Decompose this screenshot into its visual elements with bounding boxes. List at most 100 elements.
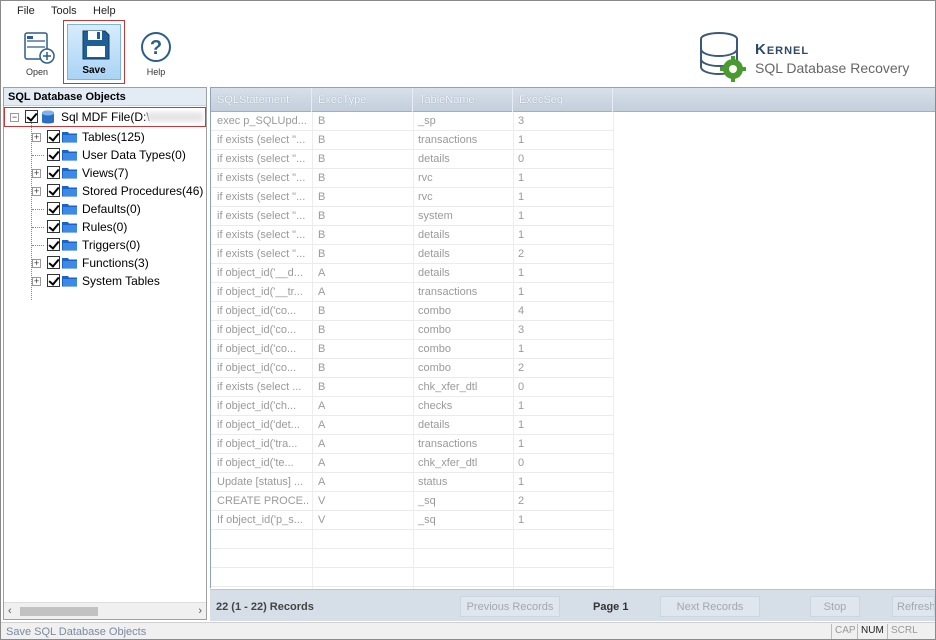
table-cell: status xyxy=(418,476,448,488)
table-row[interactable]: if object_id('co... Bcombo 1 xyxy=(211,340,613,359)
tree-item-checkbox[interactable] xyxy=(47,184,60,197)
table-cell: A xyxy=(318,457,326,469)
svg-text:?: ? xyxy=(150,37,162,59)
table-cell: 2 xyxy=(518,248,525,260)
table-cell: details xyxy=(418,153,450,165)
table-cell: B xyxy=(318,134,326,146)
tree-item[interactable]: + Stored Procedures(46) xyxy=(4,182,206,200)
table-row[interactable]: if object_id('te... Achk_xfer_dtl 0 xyxy=(211,454,613,473)
table-row[interactable] xyxy=(211,530,613,549)
tree-item[interactable]: Triggers(0) xyxy=(4,236,206,254)
tree-item[interactable]: Rules(0) xyxy=(4,218,206,236)
table-row[interactable]: if object_id('co... Bcombo 3 xyxy=(211,321,613,340)
table-cell: if exists (select "... xyxy=(217,210,306,222)
table-cell: V xyxy=(318,495,326,507)
table-row[interactable]: if exists (select "... Bsystem 1 xyxy=(211,207,613,226)
collapse-icon[interactable]: − xyxy=(10,113,19,122)
stop-button[interactable]: Stop xyxy=(810,596,860,617)
table-row[interactable]: if object_id('ch... Achecks 1 xyxy=(211,397,613,416)
tree-horizontal-scrollbar[interactable]: ‹ › xyxy=(4,602,206,619)
refresh-button[interactable]: Refresh xyxy=(892,596,935,617)
table-cell: B xyxy=(318,229,326,241)
table-row[interactable]: if exists (select "... Btransactions 1 xyxy=(211,131,613,150)
tree-item-checkbox[interactable] xyxy=(47,238,60,251)
folder-icon xyxy=(62,204,77,215)
table-row[interactable]: CREATE PROCE... V _sq 2 xyxy=(211,492,613,511)
table-row[interactable]: if object_id('__tr... Atransactions 1 xyxy=(211,283,613,302)
page-indicator: Page 1 xyxy=(593,601,629,613)
table-cell: checks xyxy=(418,400,453,412)
table-row[interactable]: if exists (select "... Bdetails 2 xyxy=(211,245,613,264)
expand-icon[interactable]: + xyxy=(32,187,41,196)
tree-item-checkbox[interactable] xyxy=(47,148,60,161)
table-row[interactable] xyxy=(211,568,613,587)
table-row[interactable]: if object_id('co... Bcombo 2 xyxy=(211,359,613,378)
tree-item-label: Stored Procedures(46) xyxy=(82,184,204,198)
table-row[interactable]: Update [status] ... Astatus 1 xyxy=(211,473,613,492)
save-button[interactable]: Save xyxy=(63,20,125,84)
expand-icon[interactable]: + xyxy=(32,133,41,142)
table-cell: details xyxy=(418,267,450,279)
table-row[interactable]: if exists (select "... Bdetails 0 xyxy=(211,150,613,169)
table-row[interactable]: if object_id('__d... Adetails 1 xyxy=(211,264,613,283)
table-cell: 2 xyxy=(518,362,525,374)
help-label: Help xyxy=(146,67,166,77)
tree-item-checkbox[interactable] xyxy=(47,202,60,215)
table-cell: transactions xyxy=(418,134,478,146)
table-cell: if object_id('co... xyxy=(217,343,297,355)
scroll-right-icon[interactable]: › xyxy=(198,605,202,617)
tree-item[interactable]: + System Tables xyxy=(4,272,206,290)
status-message: Save SQL Database Objects xyxy=(6,626,147,638)
table-row[interactable]: exec p_SQLUpd... B _sp 3 xyxy=(211,112,613,131)
tree-item-checkbox[interactable] xyxy=(47,130,60,143)
expand-icon[interactable]: + xyxy=(32,259,41,268)
tree-item[interactable]: + Tables(125) xyxy=(4,128,206,146)
table-row[interactable]: if exists (select "... Brvc 1 xyxy=(211,169,613,188)
menu-tools[interactable]: Tools xyxy=(51,5,77,17)
table-cell: chk_xfer_dtl xyxy=(418,457,478,469)
expand-icon[interactable]: + xyxy=(32,169,41,178)
scrollbar-thumb[interactable] xyxy=(20,607,98,616)
table-row[interactable]: if exists (select "... Bdetails 1 xyxy=(211,226,613,245)
tree-connector xyxy=(32,209,44,210)
open-button[interactable]: Open xyxy=(13,23,61,83)
table-cell: 0 xyxy=(518,381,525,393)
tree-item-checkbox[interactable] xyxy=(47,166,60,179)
toolbar: Open Save ? Help Kernel SQL Database Rec… xyxy=(1,20,935,85)
objects-tree-pane: SQL Database Objects − Sql MDF File(D:\ … xyxy=(3,87,207,620)
menu-help[interactable]: Help xyxy=(93,5,116,17)
tree-item-checkbox[interactable] xyxy=(47,256,60,269)
tree-item[interactable]: + Views(7) xyxy=(4,164,206,182)
menu-bar: File Tools Help xyxy=(1,1,935,23)
table-row[interactable]: If object_id('p_s... V _sq 1 xyxy=(211,511,613,530)
next-records-button[interactable]: Next Records xyxy=(660,596,760,617)
tree-item[interactable]: User Data Types(0) xyxy=(4,146,206,164)
root-checkbox[interactable] xyxy=(25,110,38,123)
column-header-exectype[interactable]: ExecType xyxy=(312,88,413,112)
expand-icon[interactable]: + xyxy=(32,277,41,286)
menu-file[interactable]: File xyxy=(17,5,35,17)
previous-records-button[interactable]: Previous Records xyxy=(460,596,560,617)
table-cell: if object_id('te... xyxy=(217,457,294,469)
table-row[interactable]: if object_id('det... Adetails 1 xyxy=(211,416,613,435)
table-row[interactable]: if exists (select "... Brvc 1 xyxy=(211,188,613,207)
column-header-sqlstatement[interactable]: SQLStatement xyxy=(211,88,312,112)
table-cell: A xyxy=(318,476,326,488)
table-row[interactable]: if exists (select ... Bchk_xfer_dtl 0 xyxy=(211,378,613,397)
tree-item-checkbox[interactable] xyxy=(47,274,60,287)
tree-item-checkbox[interactable] xyxy=(47,220,60,233)
tree-root-node[interactable]: − Sql MDF File(D:\ xyxy=(4,107,206,127)
table-cell: B xyxy=(318,381,326,393)
tree-item[interactable]: + Functions(3) xyxy=(4,254,206,272)
tree-item-label: Triggers(0) xyxy=(82,238,141,252)
tree-item[interactable]: Defaults(0) xyxy=(4,200,206,218)
scroll-left-icon[interactable]: ‹ xyxy=(8,605,12,617)
help-button[interactable]: ? Help xyxy=(131,23,181,83)
table-row[interactable]: if object_id('co... Bcombo 4 xyxy=(211,302,613,321)
column-header-tablename[interactable]: TableName xyxy=(413,88,513,112)
table-cell: if exists (select "... xyxy=(217,172,306,184)
table-row[interactable]: if object_id('tra... Atransactions 1 xyxy=(211,435,613,454)
table-cell: B xyxy=(318,153,326,165)
column-header-execseq[interactable]: ExecSeq xyxy=(513,88,613,112)
table-row[interactable] xyxy=(211,549,613,568)
